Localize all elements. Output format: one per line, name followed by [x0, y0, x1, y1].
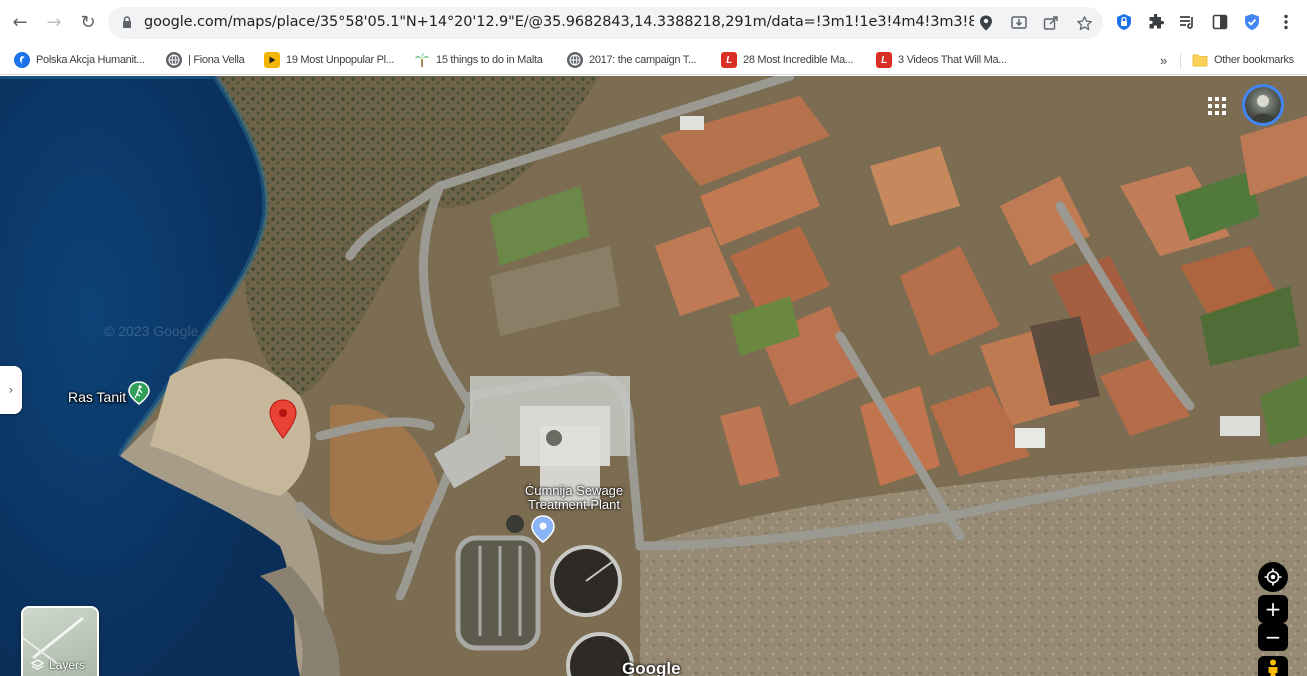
other-bookmarks-label: Other bookmarks — [1214, 54, 1294, 66]
browser-toolbar: ← → ↻ google.com/maps/place/35°58'05.1"N… — [0, 0, 1307, 45]
palm-icon — [414, 52, 430, 68]
plus-icon: + — [1264, 597, 1282, 621]
layers-icon — [31, 658, 44, 670]
arrow-left-icon: ← — [12, 11, 28, 33]
star-icon[interactable] — [1074, 13, 1094, 33]
bookmarks-overflow-button[interactable]: » — [1160, 50, 1167, 70]
back-button[interactable]: ← — [8, 10, 32, 34]
reading-list-icon[interactable] — [1178, 12, 1198, 32]
bookmark-label: | Fiona Vella — [188, 54, 245, 66]
chevron-right-icon: › — [8, 383, 14, 397]
bookmark-item[interactable]: 19 Most Unpopular Pl... — [264, 50, 394, 70]
zoom-out-button[interactable]: − — [1258, 623, 1288, 651]
lock-icon — [123, 16, 131, 28]
forward-button[interactable]: → — [42, 10, 66, 34]
folder-icon — [1192, 52, 1208, 68]
address-bar[interactable]: google.com/maps/place/35°58'05.1"N+14°20… — [108, 7, 1103, 39]
lovin-icon: L — [721, 52, 737, 68]
share-icon[interactable] — [1041, 13, 1061, 33]
bookmark-item[interactable]: L 28 Most Incredible Ma... — [721, 50, 853, 70]
bookmark-item[interactable]: 15 things to do in Malta — [414, 50, 543, 70]
copyright-watermark: © 2023 Google — [104, 323, 199, 339]
bookmark-label: 2017: the campaign T... — [589, 54, 697, 66]
side-panel-icon[interactable] — [1210, 12, 1230, 32]
reload-button[interactable]: ↻ — [76, 10, 100, 34]
layers-button[interactable]: Layers — [21, 606, 99, 676]
reload-icon: ↻ — [80, 11, 96, 33]
install-icon[interactable] — [1009, 13, 1029, 33]
chevron-double-right-icon: » — [1160, 52, 1167, 68]
lastpass-icon[interactable] — [1114, 12, 1134, 32]
bookmark-label: Polska Akcja Humanit... — [36, 54, 145, 66]
other-bookmarks[interactable]: Other bookmarks — [1192, 50, 1294, 70]
pegman-icon — [1268, 659, 1278, 676]
layers-label: Layers — [49, 658, 86, 672]
side-panel-toggle[interactable]: › — [0, 366, 22, 414]
place-label-ras-tanit[interactable]: Ras Tanit — [68, 390, 126, 404]
lovin-icon: L — [876, 52, 892, 68]
street-view-pegman[interactable] — [1258, 656, 1288, 676]
bookmark-item[interactable]: Polska Akcja Humanit... — [14, 50, 145, 70]
location-pin-icon[interactable] — [976, 13, 996, 33]
url-text[interactable]: google.com/maps/place/35°58'05.1"N+14°20… — [144, 14, 974, 30]
zoom-in-button[interactable]: + — [1258, 595, 1288, 623]
account-avatar[interactable] — [1242, 84, 1284, 126]
divider — [1180, 53, 1181, 69]
more-vert-icon[interactable] — [1276, 12, 1296, 32]
arrow-right-icon: → — [46, 11, 62, 33]
bookmark-label: 3 Videos That Will Ma... — [898, 54, 1007, 66]
bookmark-label: 28 Most Incredible Ma... — [743, 54, 854, 66]
bookmark-item[interactable]: | Fiona Vella — [166, 50, 245, 70]
youtube-play-icon — [264, 52, 280, 68]
avatar-image — [1251, 95, 1275, 121]
bookmarks-bar: Polska Akcja Humanit... | Fiona Vella 19… — [0, 45, 1307, 75]
poi-label-treatment-plant[interactable]: Ċumnija Sewage Treatment Plant — [504, 484, 644, 512]
shield-check-icon[interactable] — [1242, 12, 1262, 32]
bookmark-label: 15 things to do in Malta — [436, 54, 543, 66]
crosshair-icon — [1264, 568, 1282, 586]
bookmark-label: 19 Most Unpopular Pl... — [286, 54, 395, 66]
google-apps-icon[interactable] — [1206, 95, 1228, 117]
globe-icon — [166, 52, 182, 68]
google-logo: Google — [622, 659, 681, 676]
bookmark-item[interactable]: L 3 Videos That Will Ma... — [876, 50, 1007, 70]
extensions-puzzle-icon[interactable] — [1146, 12, 1166, 32]
satellite-imagery — [0, 76, 1307, 676]
bookmark-item[interactable]: 2017: the campaign T... — [567, 50, 697, 70]
my-location-button[interactable] — [1258, 562, 1288, 592]
minus-icon: − — [1264, 625, 1282, 649]
pah-icon — [14, 52, 30, 68]
satellite-map[interactable]: © 2023 Google Ras Tanit Ċumnija Sewage T… — [0, 76, 1307, 676]
globe-icon — [567, 52, 583, 68]
